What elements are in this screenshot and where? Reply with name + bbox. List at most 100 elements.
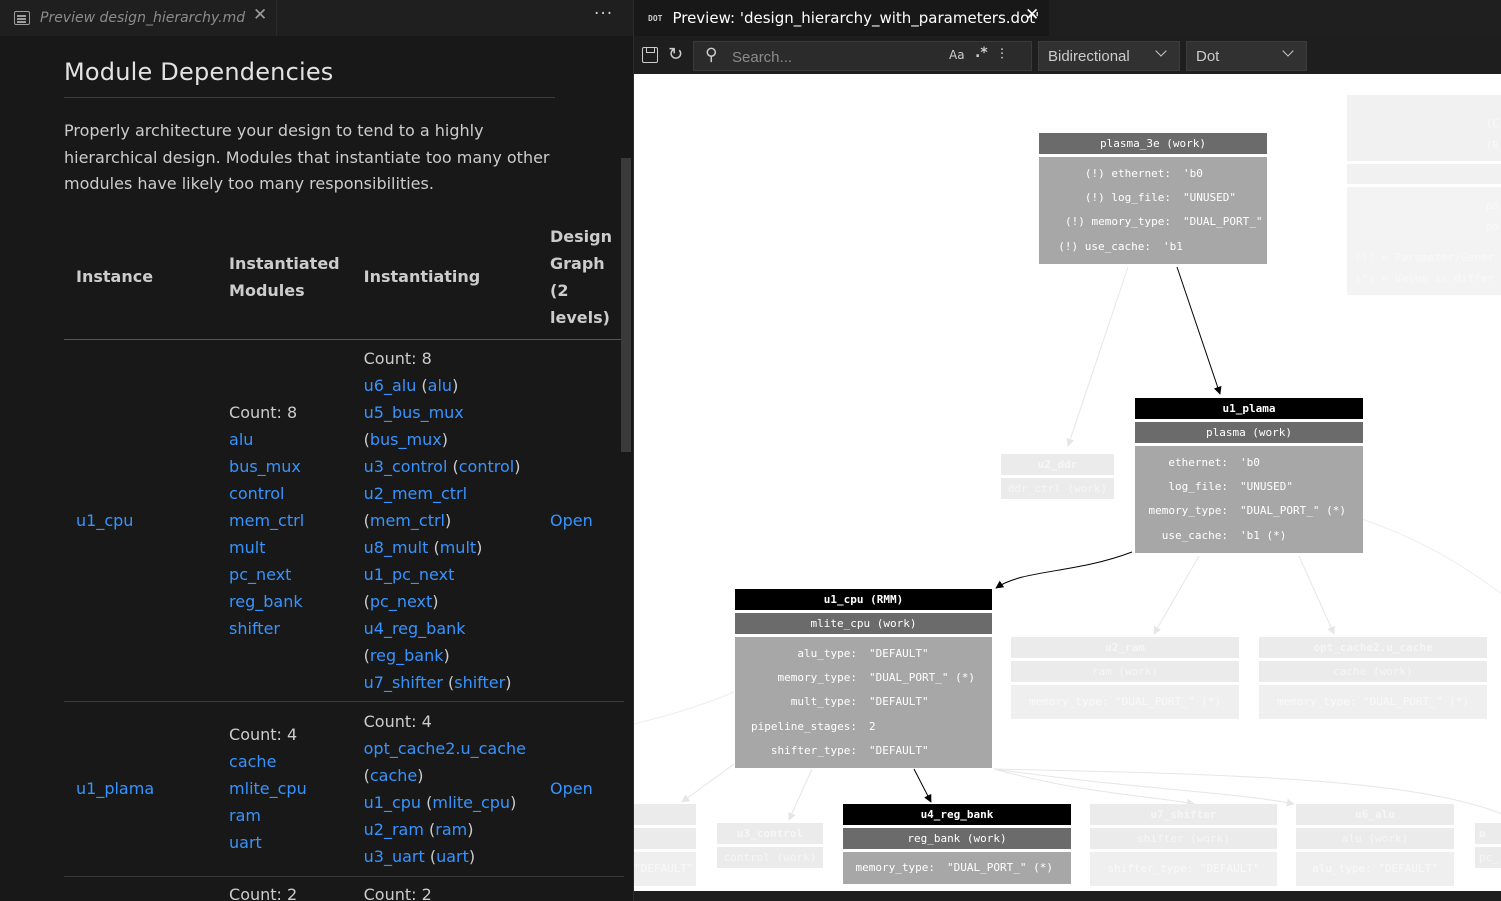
search-icon: ⚲ [705, 45, 718, 65]
edge-faded [1361, 518, 1501, 594]
module-link[interactable]: control [459, 457, 514, 476]
instance-link[interactable]: u7_shifter [364, 673, 443, 692]
filter-options-icon[interactable]: ⫶ [1000, 45, 1004, 63]
graph-canvas[interactable]: plasma_3e (work) (!) ethernet: 'b0 (!) lo… [634, 74, 1501, 891]
module-link[interactable]: cache [370, 766, 417, 785]
module-link[interactable]: uart [436, 847, 469, 866]
graph-node-opt-cache2[interactable]: opt_cache2.u_cache cache (work) memory_t… [1259, 637, 1487, 719]
edge-faded [634, 691, 735, 725]
module-link[interactable]: mlite_cpu [432, 793, 510, 812]
direction-value: Bidirectional [1048, 48, 1130, 65]
module-link[interactable]: reg_bank [370, 646, 444, 665]
instance-link[interactable]: u5_bus_mux [364, 399, 526, 426]
graph-node-u1-cpu[interactable]: u1_cpu (RMM) mlite_cpu (work) alu_type: "… [735, 589, 992, 768]
legend-line: (!) = Parameter/Gener [1355, 251, 1495, 264]
node-header: mlite_cpu (work) [735, 613, 992, 634]
graph-node-u3-control[interactable]: u3_control control (work) [717, 823, 823, 868]
instantiating-cell: Count: 8 u6_alu (alu) u5_bus_mux (bus_mu… [352, 339, 538, 701]
header-instantiated-modules: Instantiated Modules [229, 253, 340, 300]
module-link[interactable]: reg_bank [229, 588, 340, 615]
instance-link[interactable]: u2_ram [364, 820, 424, 839]
node-params: memory_type: "DUAL_PORT_" (*) [1259, 685, 1487, 719]
match-case-button[interactable]: Aa [949, 48, 965, 62]
close-icon[interactable]: ✕ [253, 5, 267, 25]
module-link[interactable]: shifter [454, 673, 505, 692]
vertical-scrollbar[interactable] [621, 158, 631, 452]
save-icon[interactable] [642, 47, 658, 63]
graph-node-u4-reg-bank[interactable]: u4_reg_bank reg_bank (work) memory_type:… [843, 804, 1071, 884]
param-key: (!) memory_type: [1065, 215, 1171, 229]
node-title: u4_reg_bank [843, 804, 1071, 825]
edge-faded [1066, 266, 1129, 447]
module-link[interactable]: alu [229, 426, 340, 453]
module-link[interactable]: mlite_cpu [229, 775, 340, 802]
tab-design-hierarchy-preview[interactable]: Preview design_hierarchy.md ✕ [0, 0, 277, 36]
instance-link[interactable]: u8_mult [364, 538, 429, 557]
module-link[interactable]: pc_next [229, 561, 340, 588]
module-link[interactable]: control [229, 480, 340, 507]
graph-node-u2-ddr[interactable]: u2_ddr ddr_ctrl (work) [1001, 454, 1114, 499]
instance-link[interactable]: opt_cache2.u_cache [364, 735, 526, 762]
table-row: u1_plama Count: 4 cache mlite_cpu ram ua… [64, 701, 624, 876]
open-graph-link[interactable]: Open [550, 779, 593, 798]
search-input[interactable] [732, 47, 932, 67]
module-link[interactable]: mem_ctrl [229, 507, 340, 534]
module-link[interactable]: bus_mux [229, 453, 340, 480]
open-graph-link[interactable]: Open [550, 511, 593, 530]
module-link[interactable]: cache [229, 748, 340, 775]
module-link[interactable]: alu [428, 376, 452, 395]
instance-link[interactable]: u2_mem_ctrl [364, 480, 526, 507]
heading-divider [64, 97, 555, 98]
node-header: plasma_3e (work) [1039, 133, 1267, 154]
graph-node-u7-shifter[interactable]: u7_shifter shifter (work) shifter_type: … [1090, 804, 1277, 886]
refresh-icon[interactable]: ↻ [668, 44, 683, 65]
more-actions-icon[interactable]: ··· [594, 4, 613, 24]
edge-faded [1298, 555, 1335, 635]
node-header [634, 828, 696, 849]
module-link[interactable]: mult [440, 538, 476, 557]
instance-link[interactable]: u1_pc_next [364, 561, 526, 588]
header-instance: Instance [76, 267, 154, 287]
node-params: alu_type: "DEFAULT" [1296, 852, 1454, 886]
page-title: Module Dependencies [64, 58, 334, 86]
close-icon[interactable]: ✕ [1025, 5, 1039, 25]
instance-link[interactable]: u3_control [364, 457, 448, 476]
graph-node-partial-left[interactable]: "DEFAULT" [634, 804, 696, 886]
module-link[interactable]: pc_next [370, 592, 432, 611]
bottom-bar [634, 891, 1501, 901]
chevron-down-icon [1282, 45, 1294, 57]
node-params: ethernet: 'b0 log_file: "UNUSED" memory_ty… [1135, 446, 1363, 553]
graph-node-u2-ram[interactable]: u2_ram ram (work) memory_type: "DUAL_POR… [1011, 637, 1239, 719]
param-key: memory_type: [855, 861, 935, 874]
module-link[interactable]: ram [229, 802, 340, 829]
node-header: pc_ [1475, 847, 1501, 868]
module-link[interactable]: mult [229, 534, 340, 561]
instance-link[interactable]: u1_cpu [364, 793, 421, 812]
graph-node-u1-plama[interactable]: u1_plama plasma (work) ethernet: 'b0 log_… [1135, 398, 1363, 553]
instance-link-u1-plama[interactable]: u1_plama [76, 779, 154, 798]
module-link[interactable]: mem_ctrl [370, 511, 445, 530]
graph-node-plasma-3e[interactable]: plasma_3e (work) (!) ethernet: 'b0 (!) lo… [1039, 133, 1267, 264]
module-link[interactable]: shifter [229, 615, 340, 642]
instance-link[interactable]: u4_reg_bank [364, 615, 526, 642]
graph-node-partial-right[interactable]: u pc_ [1475, 823, 1501, 868]
engine-select[interactable]: Dot [1186, 41, 1307, 71]
node-params: shifter_type: "DEFAULT" [1090, 852, 1277, 886]
instance-link[interactable]: u6_alu [364, 376, 417, 395]
module-link[interactable]: bus_mux [370, 430, 442, 449]
tab-dot-preview[interactable]: DOT Preview: 'design_hierarchy_with_para… [634, 0, 1049, 36]
instantiating-cell: Count: 4 opt_cache2.u_cache (cache) u1_c… [352, 701, 538, 876]
header-design-graph: Design Graph (2 levels) [550, 226, 612, 327]
instance-link[interactable]: u3_uart [364, 847, 425, 866]
regex-button[interactable]: .* [975, 45, 988, 61]
direction-select[interactable]: Bidirectional [1038, 41, 1180, 71]
module-link[interactable]: uart [229, 829, 340, 856]
graph-node-u6-alu[interactable]: u6_alu alu (work) alu_type: "DEFAULT" [1296, 804, 1454, 886]
node-title: u1_cpu (RMM) [735, 589, 992, 610]
edge-u1-cpu-to-u4-reg-bank [913, 768, 932, 803]
engine-value: Dot [1196, 48, 1220, 65]
table-row: u1_cpu Count: 8 alu bus_mux control mem_… [64, 339, 624, 701]
module-link[interactable]: ram [435, 820, 467, 839]
instantiated-modules-cell: Count: 4 cache mlite_cpu ram uart [217, 701, 352, 876]
instance-link-u1-cpu[interactable]: u1_cpu [76, 511, 133, 530]
